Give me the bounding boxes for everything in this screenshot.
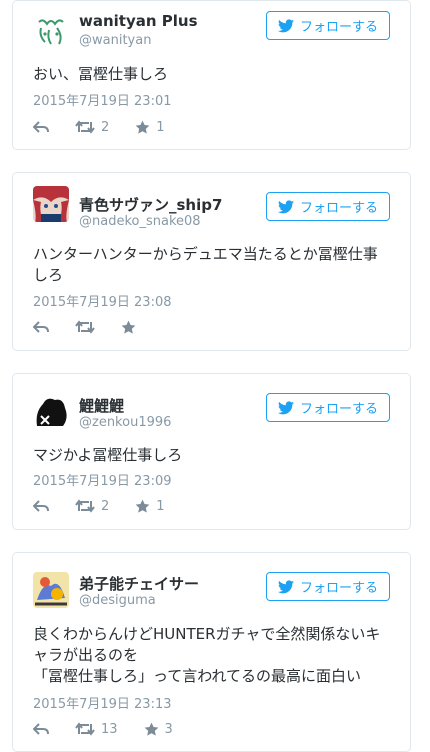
follow-label: フォローする bbox=[299, 201, 378, 216]
tweet-card: wanityan Plus @wanityan フォローする おい、冨樫仕事しろ… bbox=[12, 0, 411, 150]
avatar[interactable] bbox=[33, 572, 69, 608]
star-icon bbox=[135, 120, 150, 134]
like-button[interactable] bbox=[121, 320, 136, 335]
tweet-card: 弟子能チェイサー @desiguma フォローする 良くわからんけどHUNTER… bbox=[12, 552, 411, 752]
reply-icon bbox=[33, 500, 49, 512]
tweet-actions: 13 3 bbox=[33, 720, 199, 738]
twitter-bird-icon bbox=[277, 199, 294, 213]
tweet-timestamp[interactable]: 2015年7月19日 23:13 bbox=[33, 693, 172, 712]
reply-button[interactable] bbox=[33, 120, 49, 134]
tweet-text-line: 良くわからんけどHUNTERガチャで全然関係ないキャラが出るのを bbox=[33, 625, 381, 664]
user-handle[interactable]: @nadeko_snake08 bbox=[79, 214, 201, 229]
tweet-card: 青色サヴァン_ship7 @nadeko_snake08 フォローする ハンター… bbox=[12, 172, 411, 351]
like-button[interactable]: 3 bbox=[144, 722, 173, 737]
star-icon bbox=[121, 320, 136, 334]
tweet-timestamp[interactable]: 2015年7月19日 23:09 bbox=[33, 470, 172, 489]
tweet-actions: 2 1 bbox=[33, 497, 191, 515]
retweet-icon bbox=[75, 499, 95, 513]
like-count: 1 bbox=[156, 498, 165, 514]
like-button[interactable]: 1 bbox=[135, 119, 165, 135]
avatar[interactable] bbox=[33, 186, 69, 222]
display-name[interactable]: 青色サヴァン_ship7 bbox=[79, 194, 222, 215]
display-name[interactable]: 弟子能チェイサー bbox=[79, 573, 199, 594]
retweet-button[interactable]: 2 bbox=[75, 499, 109, 514]
avatar[interactable] bbox=[33, 14, 69, 50]
tweet-timestamp[interactable]: 2015年7月19日 23:01 bbox=[33, 90, 172, 109]
like-count: 3 bbox=[164, 721, 173, 737]
tweet-card: 鯉鯉鯉 @zenkou1996 フォローする マジかよ冨樫仕事しろ 2015年7… bbox=[12, 373, 411, 530]
reply-icon bbox=[33, 121, 49, 133]
retweet-button[interactable]: 2 bbox=[75, 120, 109, 135]
reply-button[interactable] bbox=[33, 499, 49, 513]
follow-button[interactable]: フォローする bbox=[266, 11, 390, 40]
tweet-timestamp[interactable]: 2015年7月19日 23:08 bbox=[33, 291, 172, 310]
tweet-actions: 2 1 bbox=[33, 118, 191, 136]
user-handle[interactable]: @zenkou1996 bbox=[79, 415, 171, 430]
retweet-icon bbox=[75, 320, 95, 334]
reply-icon bbox=[33, 321, 49, 333]
retweet-button[interactable]: 13 bbox=[75, 722, 118, 737]
twitter-bird-icon bbox=[277, 579, 294, 593]
follow-label: フォローする bbox=[299, 20, 378, 35]
retweet-count: 2 bbox=[101, 498, 110, 514]
follow-label: フォローする bbox=[299, 581, 378, 596]
like-count: 1 bbox=[156, 119, 165, 135]
retweet-count: 13 bbox=[101, 721, 118, 737]
retweet-count: 2 bbox=[101, 119, 110, 135]
reply-icon bbox=[33, 723, 49, 735]
star-icon bbox=[135, 499, 150, 513]
tweet-text: ハンターハンターからデュエマ当たるとか冨樫仕事しろ bbox=[33, 245, 378, 284]
reply-button[interactable] bbox=[33, 722, 49, 736]
follow-button[interactable]: フォローする bbox=[266, 192, 390, 221]
avatar[interactable] bbox=[33, 394, 69, 430]
star-icon bbox=[144, 722, 158, 736]
twitter-bird-icon bbox=[277, 18, 294, 32]
follow-button[interactable]: フォローする bbox=[266, 572, 390, 601]
retweet-icon bbox=[75, 120, 95, 134]
tweet-actions bbox=[33, 318, 162, 336]
retweet-icon bbox=[75, 722, 95, 736]
tweet-text: 良くわからんけどHUNTERガチャで全然関係ないキャラが出るのを 「冨樫仕事しろ… bbox=[33, 624, 390, 687]
follow-label: フォローする bbox=[299, 402, 378, 417]
user-handle[interactable]: @wanityan bbox=[79, 33, 151, 48]
display-name[interactable]: wanityan Plus bbox=[79, 12, 198, 30]
like-button[interactable]: 1 bbox=[135, 498, 165, 514]
retweet-button[interactable] bbox=[75, 320, 95, 334]
tweet-text: マジかよ冨樫仕事しろ bbox=[33, 446, 183, 464]
tweet-text-line: 「冨樫仕事しろ」って言われてるの最高に面白い bbox=[33, 667, 362, 685]
follow-button[interactable]: フォローする bbox=[266, 393, 390, 422]
display-name[interactable]: 鯉鯉鯉 bbox=[79, 395, 124, 416]
tweet-text: おい、冨樫仕事しろ bbox=[33, 65, 169, 83]
user-handle[interactable]: @desiguma bbox=[79, 593, 156, 608]
reply-button[interactable] bbox=[33, 320, 49, 334]
twitter-bird-icon bbox=[277, 400, 294, 414]
